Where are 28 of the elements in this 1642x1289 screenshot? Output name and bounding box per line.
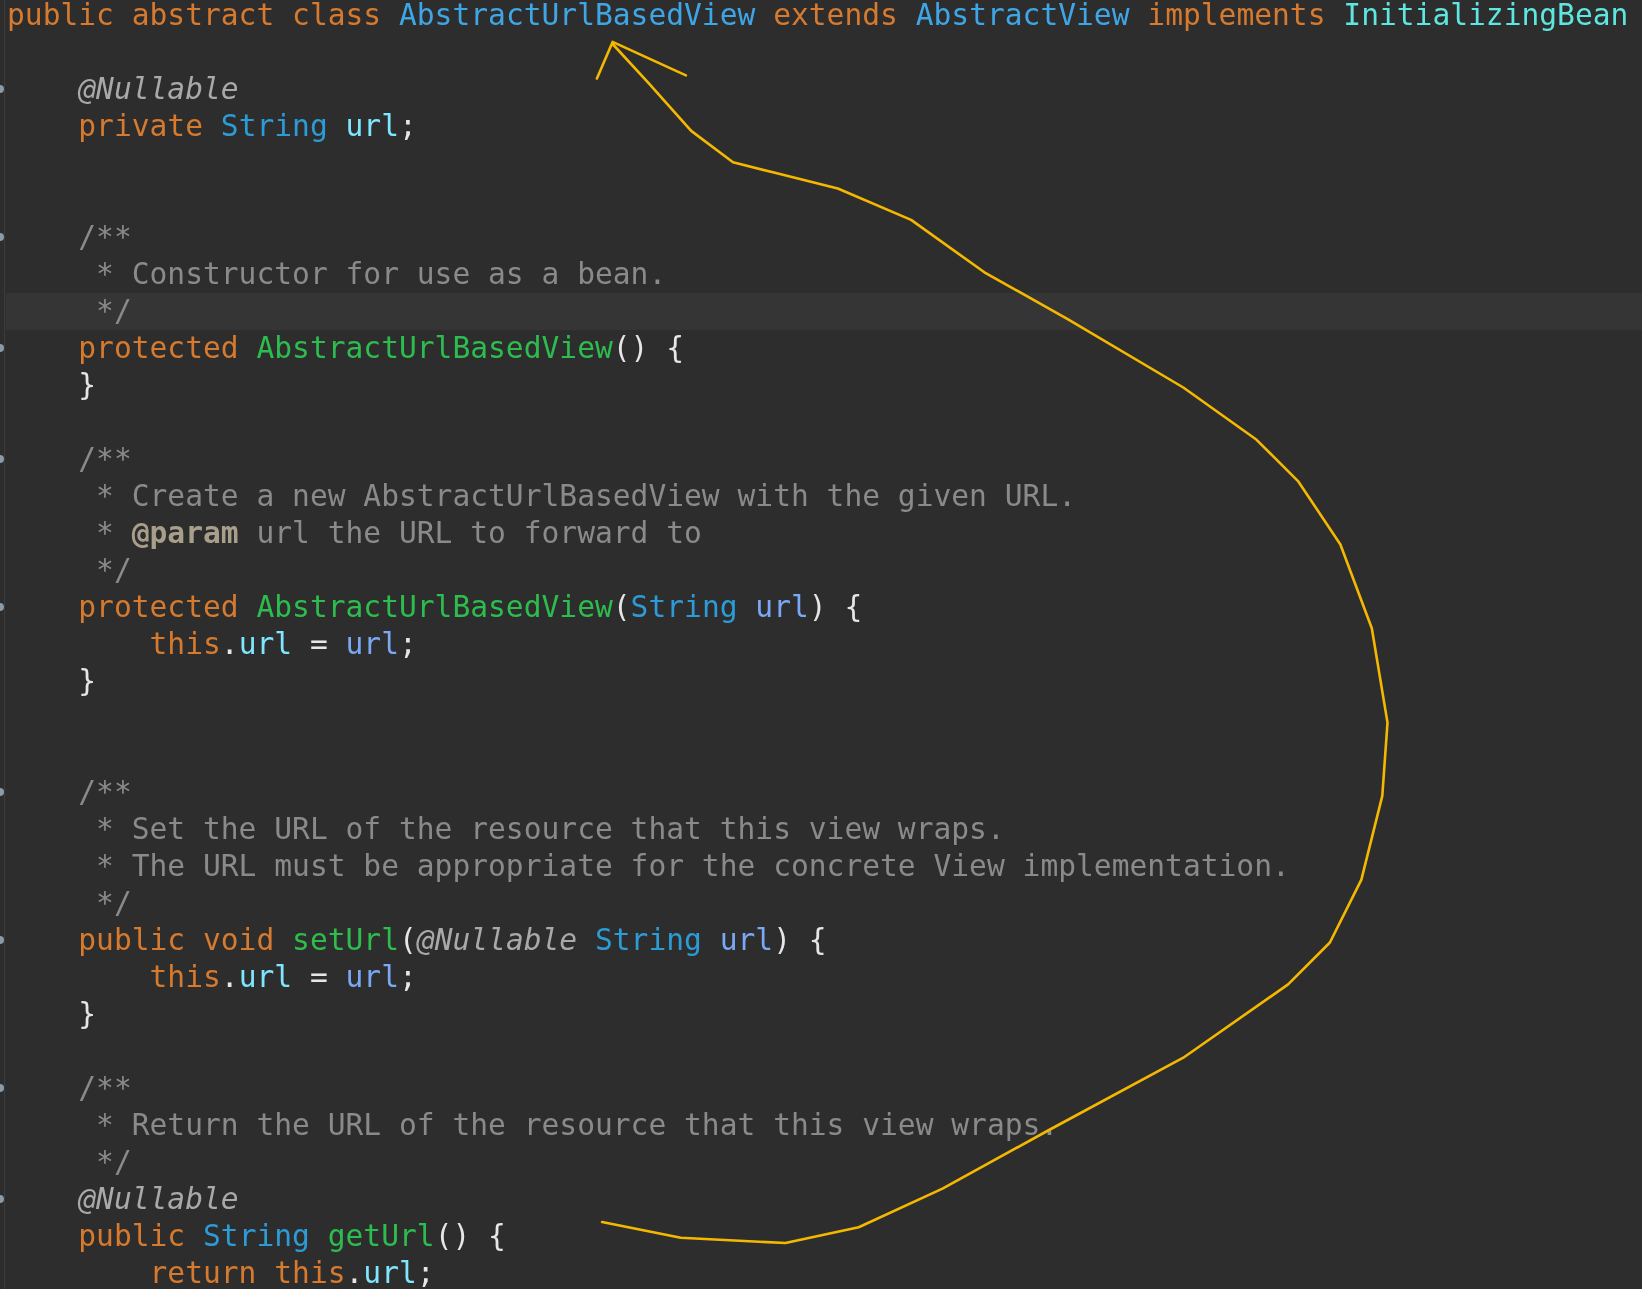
code-line: /** bbox=[77, 441, 132, 478]
code-line: */ bbox=[95, 552, 132, 589]
code-line: } bbox=[77, 996, 97, 1033]
code-line: */ bbox=[95, 885, 132, 922]
code-line: } bbox=[77, 367, 97, 404]
code-line: * Create a new AbstractUrlBasedView with the given URL. bbox=[95, 478, 1077, 515]
code-line: protected AbstractUrlBasedView() { bbox=[77, 330, 685, 367]
code-line: this.url = url; bbox=[148, 959, 417, 996]
code-line: @Nullable bbox=[77, 1181, 239, 1218]
code-line: * Constructor for use as a bean. bbox=[95, 256, 667, 293]
code-line: /** bbox=[77, 1070, 132, 1107]
code-line: } bbox=[77, 663, 97, 700]
code-line: public abstract class AbstractUrlBasedView extends AbstractView implements InitializingBean bbox=[7, 0, 1629, 34]
code-line: public void setUrl(@Nullable String url) { bbox=[77, 922, 827, 959]
code-line: @Nullable bbox=[77, 71, 239, 108]
code-line: public String getUrl() { bbox=[77, 1218, 506, 1255]
code-line: */ bbox=[95, 1144, 132, 1181]
code-line: * The URL must be appropriate for the concrete View implementation. bbox=[95, 848, 1290, 885]
code-line: * Return the URL of the resource that this view wraps. bbox=[95, 1107, 1059, 1144]
code-line: */ bbox=[95, 293, 132, 330]
code-line: protected AbstractUrlBasedView(String url) { bbox=[77, 589, 863, 626]
code-line: private String url; bbox=[77, 108, 417, 145]
code-line: * Set the URL of the resource that this view wraps. bbox=[95, 811, 1005, 848]
code-line: /** bbox=[77, 774, 132, 811]
code-line: this.url = url; bbox=[148, 626, 417, 663]
code-line: /** bbox=[77, 219, 132, 256]
code-line: return this.url; bbox=[148, 1255, 435, 1289]
code-line: * @param url the URL to forward to bbox=[95, 515, 702, 552]
